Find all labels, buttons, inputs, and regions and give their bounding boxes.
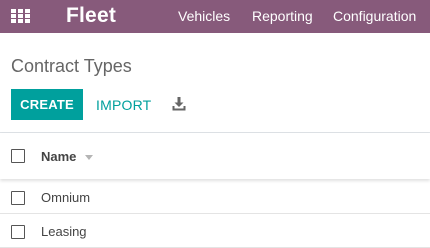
- import-button[interactable]: IMPORT: [90, 89, 157, 120]
- download-icon[interactable]: [171, 96, 187, 112]
- menu-reporting[interactable]: Reporting: [252, 8, 313, 25]
- row-name: Leasing: [41, 224, 87, 239]
- row-name: Omnium: [41, 190, 91, 205]
- top-navbar: Fleet Vehicles Reporting Configuration: [0, 0, 430, 33]
- select-all-checkbox[interactable]: [11, 149, 25, 163]
- sort-caret-icon: [85, 155, 93, 160]
- page-title: Contract Types: [11, 56, 132, 76]
- create-button[interactable]: CREATE: [11, 89, 83, 120]
- apps-grid-icon[interactable]: [11, 9, 30, 23]
- menu-vehicles[interactable]: Vehicles: [178, 8, 230, 25]
- menu-configuration[interactable]: Configuration: [333, 8, 416, 25]
- row-checkbox[interactable]: [11, 191, 25, 205]
- table-row[interactable]: Omnium: [0, 182, 430, 214]
- column-header-name[interactable]: Name: [41, 149, 76, 165]
- row-checkbox[interactable]: [11, 225, 25, 239]
- app-brand[interactable]: Fleet: [66, 3, 116, 29]
- table-row[interactable]: Leasing: [0, 216, 430, 248]
- list-header: Name: [0, 133, 430, 179]
